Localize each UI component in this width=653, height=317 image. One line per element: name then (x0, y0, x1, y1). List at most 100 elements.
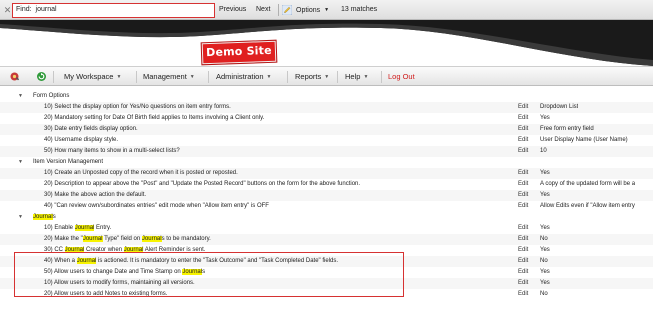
setting-row: 30) Date entry fields display option. Edi… (0, 124, 653, 135)
collapse-triangle-icon[interactable]: ▼ (18, 212, 23, 223)
search-match-highlight: Journal (74, 225, 95, 231)
collapse-triangle-icon[interactable]: ▼ (18, 91, 23, 102)
setting-value: Yes (540, 269, 550, 275)
nav-administration-label: Administration (216, 72, 264, 81)
edit-link[interactable]: Edit (518, 223, 528, 234)
edit-link[interactable]: Edit (518, 256, 528, 267)
setting-value: Yes (540, 247, 550, 253)
edit-link[interactable]: Edit (518, 201, 528, 212)
setting-value: 10 (540, 148, 547, 154)
edit-link[interactable]: Edit (518, 234, 528, 245)
setting-description: 10) Enable Journal Entry. (44, 225, 112, 231)
options-label: Options (296, 7, 321, 14)
setting-row: 40) Username display style. Edit User Disp… (0, 135, 653, 146)
close-icon[interactable]: ✕ (3, 5, 12, 15)
settings-group-title: Journals (33, 214, 56, 220)
main-nav: My Workspace ▼ Management ▼ Administration… (0, 66, 653, 86)
chevron-down-icon: ▼ (324, 74, 330, 80)
chevron-down-icon: ▼ (116, 74, 122, 80)
setting-row: 50) How many items to show in a multi-se… (0, 146, 653, 157)
collapse-triangle-icon[interactable]: ▼ (18, 157, 23, 168)
setting-row: 10) Create an Unposted copy of the recor… (0, 168, 653, 179)
journals-highlight-box (14, 252, 404, 297)
setting-value: Dropdown List (540, 104, 579, 110)
edit-link[interactable]: Edit (518, 267, 528, 278)
edit-link[interactable]: Edit (518, 135, 528, 146)
setting-description: 30) Make the above action the default. (44, 192, 147, 198)
setting-row: 20) Mandatory setting for Date Of Birth … (0, 113, 653, 124)
settings-group-title: Form Options (33, 93, 70, 99)
next-button[interactable]: Next (256, 5, 270, 15)
setting-row: 20) Description to appear above the "Pos… (0, 179, 653, 190)
setting-value: No (540, 291, 548, 297)
chevron-down-icon: ▼ (189, 74, 195, 80)
edit-link[interactable]: Edit (518, 124, 528, 135)
edit-link[interactable]: Edit (518, 245, 528, 256)
search-match-highlight: Journal (82, 236, 103, 242)
nav-divider (53, 71, 54, 83)
nav-help-label: Help (345, 72, 361, 81)
find-input[interactable]: Find: journal (12, 3, 215, 18)
edit-link[interactable]: Edit (518, 168, 528, 179)
chevron-down-icon: ▼ (363, 74, 369, 80)
nav-management-label: Management (143, 72, 187, 81)
nav-reports-label: Reports (295, 72, 322, 81)
highlight-pencil-icon[interactable] (282, 5, 292, 15)
nav-divider (287, 71, 288, 83)
edit-link[interactable]: Edit (518, 102, 528, 113)
nav-management[interactable]: Management ▼ (143, 72, 195, 82)
search-match-highlight: Journal (141, 236, 162, 242)
setting-description: 20) Description to appear above the "Pos… (44, 181, 361, 187)
settings-group-header[interactable]: ▼ Item Version Management (0, 157, 653, 168)
edit-link[interactable]: Edit (518, 113, 528, 124)
edit-link[interactable]: Edit (518, 278, 528, 289)
demo-site-badge: Demo Site (200, 39, 278, 66)
nav-my-workspace[interactable]: My Workspace ▼ (64, 72, 121, 82)
find-label: Find: (16, 6, 32, 13)
edit-link[interactable]: Edit (518, 179, 528, 190)
nav-administration[interactable]: Administration ▼ (216, 72, 271, 82)
nav-divider (337, 71, 338, 83)
setting-value: A copy of the updated form will be a (540, 181, 636, 187)
logout-link[interactable]: Log Out (388, 72, 415, 82)
site-banner: Demo Site (0, 20, 653, 66)
setting-value: Yes (540, 280, 550, 286)
find-bar: ✕ Find: journal Previous Next Options ▼ … (0, 0, 653, 20)
setting-row: 40) "Can review own/subordinates entries… (0, 201, 653, 212)
edit-link[interactable]: Edit (518, 190, 528, 201)
setting-value: Yes (540, 115, 550, 121)
nav-my-workspace-label: My Workspace (64, 72, 114, 81)
search-match-highlight: Journal (33, 214, 53, 220)
setting-description: 20) Make the "Journal Type" field on Jou… (44, 236, 211, 242)
setting-value: Allow Edits even if "Allow item entry (540, 203, 635, 209)
banner-wave-graphic (0, 20, 653, 66)
nav-divider (381, 71, 382, 83)
demo-site-label: Demo Site (205, 43, 273, 60)
setting-row: 30) Make the above action the default. Ed… (0, 190, 653, 201)
edit-link[interactable]: Edit (518, 146, 528, 157)
setting-row: 10) Select the display option for Yes/No… (0, 102, 653, 113)
setting-description: 10) Select the display option for Yes/No… (44, 104, 231, 110)
settings-group-title: Item Version Management (33, 159, 104, 165)
settings-group-header[interactable]: ▼ Journals (0, 212, 653, 223)
find-query[interactable]: journal (36, 6, 57, 13)
setting-value: Yes (540, 225, 550, 231)
setting-value: User Display Name (User Name) (540, 137, 628, 143)
find-divider (278, 4, 279, 16)
setting-description: 10) Create an Unposted copy of the recor… (44, 170, 238, 176)
chevron-down-icon: ▼ (324, 7, 330, 13)
setting-row: 20) Make the "Journal Type" field on Jou… (0, 234, 653, 245)
setting-value: No (540, 236, 548, 242)
setting-description: 20) Mandatory setting for Date Of Birth … (44, 115, 265, 121)
previous-button[interactable]: Previous (219, 5, 246, 15)
setting-description: 40) "Can review own/subordinates entries… (44, 203, 269, 209)
match-count: 13 matches (341, 6, 378, 13)
edit-link[interactable]: Edit (518, 289, 528, 300)
nav-reports[interactable]: Reports ▼ (295, 72, 329, 82)
nav-help[interactable]: Help ▼ (345, 72, 368, 82)
tools-icon[interactable] (9, 71, 20, 82)
options-dropdown[interactable]: Options ▼ (296, 5, 329, 16)
refresh-icon[interactable] (36, 71, 47, 82)
settings-group-header[interactable]: ▼ Form Options (0, 91, 653, 102)
setting-row: 10) Enable Journal Entry. Edit Yes (0, 223, 653, 234)
